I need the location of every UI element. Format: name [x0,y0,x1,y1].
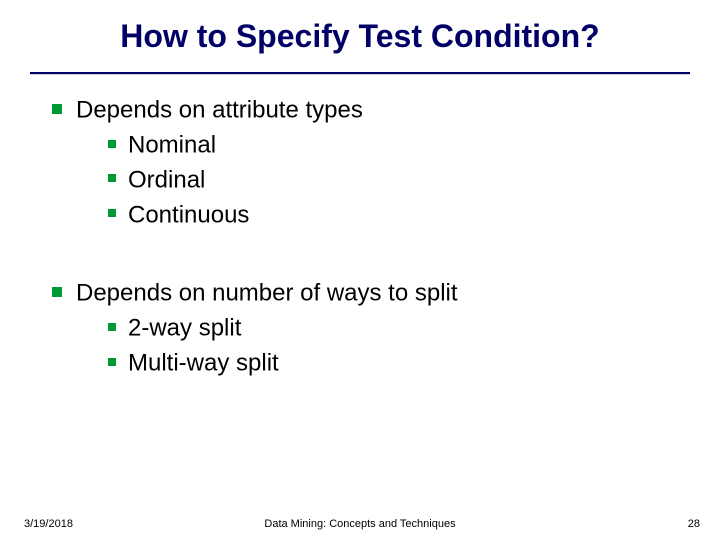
bullet-group1-item: Nominal [108,129,672,162]
square-bullet-icon [108,174,116,182]
slide-title: How to Specify Test Condition? [0,18,720,55]
group2-item-1: Multi-way split [128,350,279,377]
group1-item-1: Ordinal [128,166,205,193]
square-bullet-icon [108,209,116,217]
group1-heading-text: Depends on attribute types [76,96,363,123]
bullet-group1-heading: Depends on attribute types [52,94,672,127]
spacer [52,233,672,269]
bullet-group1-item: Ordinal [108,164,672,197]
bullet-group2-heading: Depends on number of ways to split [52,277,672,310]
footer-center: Data Mining: Concepts and Techniques [0,518,720,530]
square-bullet-icon [108,358,116,366]
bullet-group2-item: Multi-way split [108,347,672,380]
square-bullet-icon [108,140,116,148]
square-bullet-icon [52,287,62,297]
group1-item-0: Nominal [128,131,216,158]
group1-item-2: Continuous [128,201,249,228]
square-bullet-icon [52,104,62,114]
bullet-group2-item: 2-way split [108,312,672,345]
slide: How to Specify Test Condition? Depends o… [0,0,720,540]
square-bullet-icon [108,323,116,331]
group2-heading-text: Depends on number of ways to split [76,280,458,307]
slide-body: Depends on attribute types Nominal Ordin… [52,86,672,382]
footer-page-number: 28 [688,518,700,530]
group2-item-0: 2-way split [128,315,241,342]
bullet-group1-item: Continuous [108,199,672,232]
title-underline [30,72,690,75]
